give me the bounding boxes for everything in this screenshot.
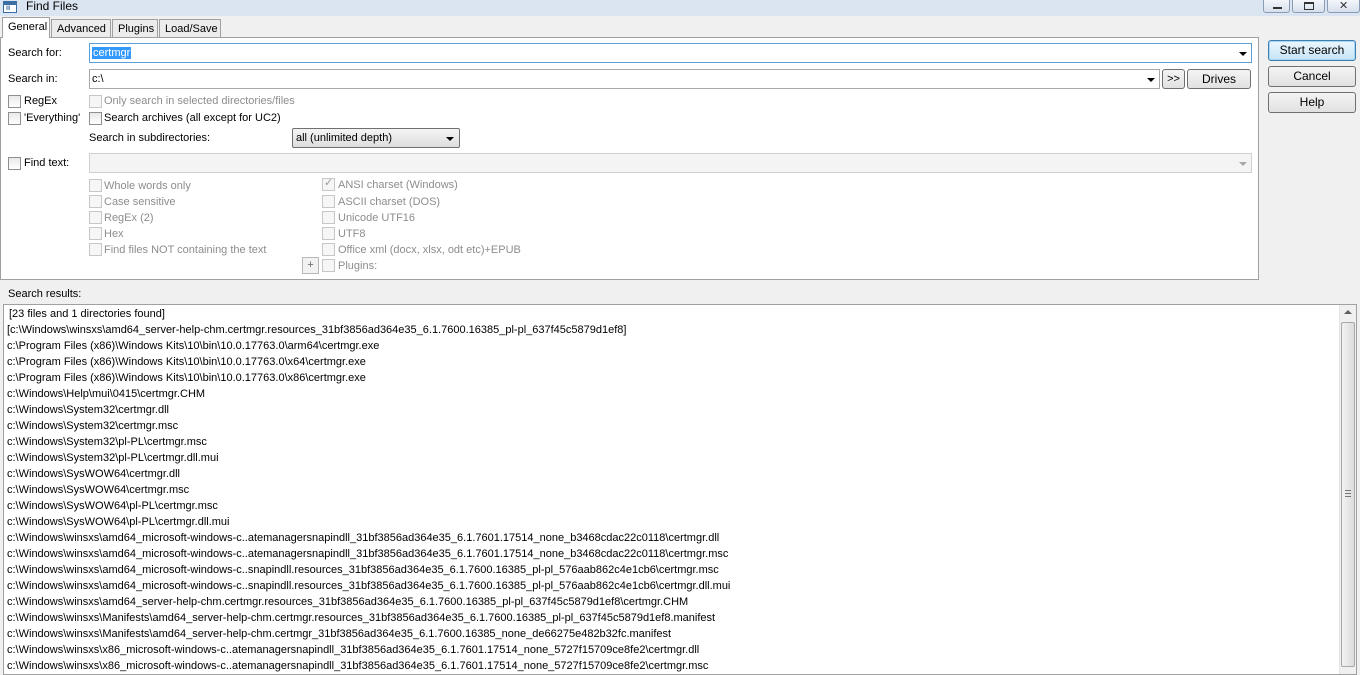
office-xml-checkbox[interactable] [322,243,335,256]
utf8-checkbox[interactable] [322,227,335,240]
browse-button[interactable]: >> [1162,69,1185,89]
subdirectories-value: all (unlimited depth) [296,132,392,144]
close-icon: ✕ [1339,0,1349,12]
result-item[interactable]: c:\Windows\winsxs\x86_microsoft-windows-… [4,642,1338,658]
ansi-charset-checkbox[interactable]: ✓ [322,177,335,191]
tab-load-save[interactable]: Load/Save [159,19,221,37]
search-in-label: Search in: [8,73,58,85]
regex-checkbox[interactable] [8,95,21,108]
search-results-list[interactable]: [23 files and 1 directories found] [c:\Wi… [3,304,1357,675]
find-text-checkbox[interactable] [8,157,21,170]
minimize-button[interactable] [1263,0,1290,13]
tab-advanced[interactable]: Advanced [51,19,111,37]
result-item[interactable]: c:\Windows\winsxs\amd64_microsoft-window… [4,562,1338,578]
result-item[interactable]: [c:\Windows\winsxs\amd64_server-help-chm… [4,322,1338,338]
dropdown-arrow-icon [446,137,454,141]
search-archives-label: Search archives (all except for UC2) [104,112,281,124]
ascii-charset-label: ASCII charset (DOS) [338,196,441,208]
ascii-charset-checkbox[interactable] [322,195,335,208]
not-containing-checkbox[interactable] [89,243,102,256]
search-archives-checkbox[interactable] [89,112,102,125]
result-item[interactable]: c:\Windows\winsxs\amd64_server-help-chm.… [4,594,1338,610]
find-text-combobox[interactable] [89,153,1252,173]
subdirectories-select[interactable]: all (unlimited depth) [292,128,460,148]
find-text-label: Find text: [24,157,70,169]
result-item[interactable]: c:\Windows\winsxs\amd64_microsoft-window… [4,530,1338,546]
result-item[interactable]: c:\Windows\System32\certmgr.msc [4,418,1338,434]
result-item[interactable]: c:\Windows\SysWOW64\pl-PL\certmgr.msc [4,498,1338,514]
search-in-value: c:\ [92,73,104,85]
result-item[interactable]: c:\Windows\SysWOW64\certmgr.dll [4,466,1338,482]
scrollbar-thumb[interactable] [1341,322,1355,667]
dropdown-arrow-icon [1239,162,1247,166]
result-item[interactable]: c:\Windows\System32\pl-PL\certmgr.dll.mu… [4,450,1338,466]
results-scrollbar[interactable] [1339,305,1356,674]
result-item[interactable]: c:\Windows\winsxs\amd64_microsoft-window… [4,546,1338,562]
subdirectories-label: Search in subdirectories: [89,132,211,144]
app-icon-glyph: Ⅲ [6,5,11,12]
window-title: Find Files [26,0,79,13]
everything-label: 'Everything' [24,112,81,124]
unicode-utf16-label: Unicode UTF16 [338,212,416,224]
result-item[interactable]: c:\Windows\SysWOW64\pl-PL\certmgr.dll.mu… [4,514,1338,530]
search-in-combobox[interactable]: c:\ [89,69,1160,89]
drives-button[interactable]: Drives [1187,69,1251,89]
close-button[interactable]: ✕ [1327,0,1360,13]
not-containing-label: Find files NOT containing the text [104,244,267,256]
case-sensitive-checkbox[interactable] [89,195,102,208]
minimize-icon [1273,7,1282,9]
utf8-label: UTF8 [338,228,366,240]
plugins-label: Plugins: [338,260,378,272]
tab-general[interactable]: General [2,17,50,38]
office-xml-label: Office xml (docx, xlsx, odt etc)+EPUB [338,244,521,256]
restore-button[interactable] [1292,0,1325,13]
ansi-charset-label: ANSI charset (Windows) [338,179,458,191]
tab-plugins[interactable]: Plugins [112,19,158,37]
regex2-label: RegEx (2) [104,212,154,224]
scroll-up-arrow-icon[interactable] [1344,310,1352,314]
hex-label: Hex [104,228,124,240]
only-selected-checkbox[interactable] [89,95,102,108]
checkmark-icon: ✓ [324,177,334,189]
search-for-label: Search for: [8,47,62,59]
cancel-button[interactable]: Cancel [1268,66,1356,87]
plugins-checkbox[interactable] [322,259,335,272]
regex2-checkbox[interactable] [89,211,102,224]
restore-icon [1304,2,1314,10]
help-button[interactable]: Help [1268,92,1356,113]
result-item[interactable]: c:\Program Files (x86)\Windows Kits\10\b… [4,338,1338,354]
search-for-value: certmgr [92,47,132,59]
whole-words-checkbox[interactable] [89,179,102,192]
result-item[interactable]: c:\Program Files (x86)\Windows Kits\10\b… [4,354,1338,370]
result-item[interactable]: c:\Windows\winsxs\x86_microsoft-windows-… [4,658,1338,674]
result-item[interactable]: c:\Windows\winsxs\Manifests\amd64_server… [4,626,1338,642]
title-bar [0,0,1360,16]
unicode-utf16-checkbox[interactable] [322,211,335,224]
search-for-combobox[interactable]: certmgr [89,43,1252,63]
result-item[interactable]: c:\Windows\System32\pl-PL\certmgr.msc [4,434,1338,450]
search-results-label: Search results: [8,288,82,300]
result-item[interactable]: c:\Program Files (x86)\Windows Kits\10\b… [4,370,1338,386]
start-search-button[interactable]: Start search [1268,40,1356,61]
hex-checkbox[interactable] [89,227,102,240]
scrollbar-grip-icon [1345,490,1351,497]
result-item[interactable]: c:\Windows\System32\certmgr.dll [4,402,1338,418]
dropdown-arrow-icon [1147,78,1155,82]
result-item[interactable]: c:\Windows\winsxs\Manifests\amd64_server… [4,610,1338,626]
result-item[interactable]: c:\Windows\Help\mui\0415\certmgr.CHM [4,386,1338,402]
dropdown-arrow-icon [1239,52,1247,56]
plugins-add-button[interactable]: + [302,257,319,274]
results-summary[interactable]: [23 files and 1 directories found] [4,306,1338,322]
everything-checkbox[interactable] [8,112,21,125]
regex-label: RegEx [24,95,58,107]
only-selected-label: Only search in selected directories/file… [104,95,295,107]
result-item[interactable]: c:\Windows\SysWOW64\certmgr.msc [4,482,1338,498]
case-sensitive-label: Case sensitive [104,196,176,208]
app-icon: Ⅲ [3,1,17,13]
results-lines: [23 files and 1 directories found] [c:\Wi… [4,306,1338,674]
whole-words-label: Whole words only [104,180,191,192]
result-item[interactable]: c:\Windows\winsxs\amd64_microsoft-window… [4,578,1338,594]
